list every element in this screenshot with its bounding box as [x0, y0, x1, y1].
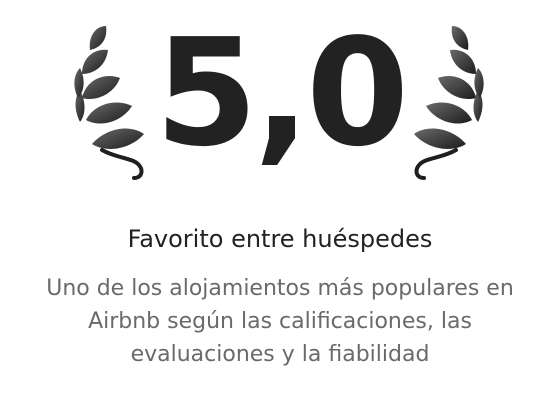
laurel-right-icon [406, 22, 486, 182]
badge-description: Uno de los alojamientos más populares en… [46, 276, 514, 367]
badge-title: Favorito entre huéspedes [127, 225, 433, 253]
guest-favorite-badge: 5,0 Favorito entre huéspedes Uno de los … [0, 0, 560, 409]
